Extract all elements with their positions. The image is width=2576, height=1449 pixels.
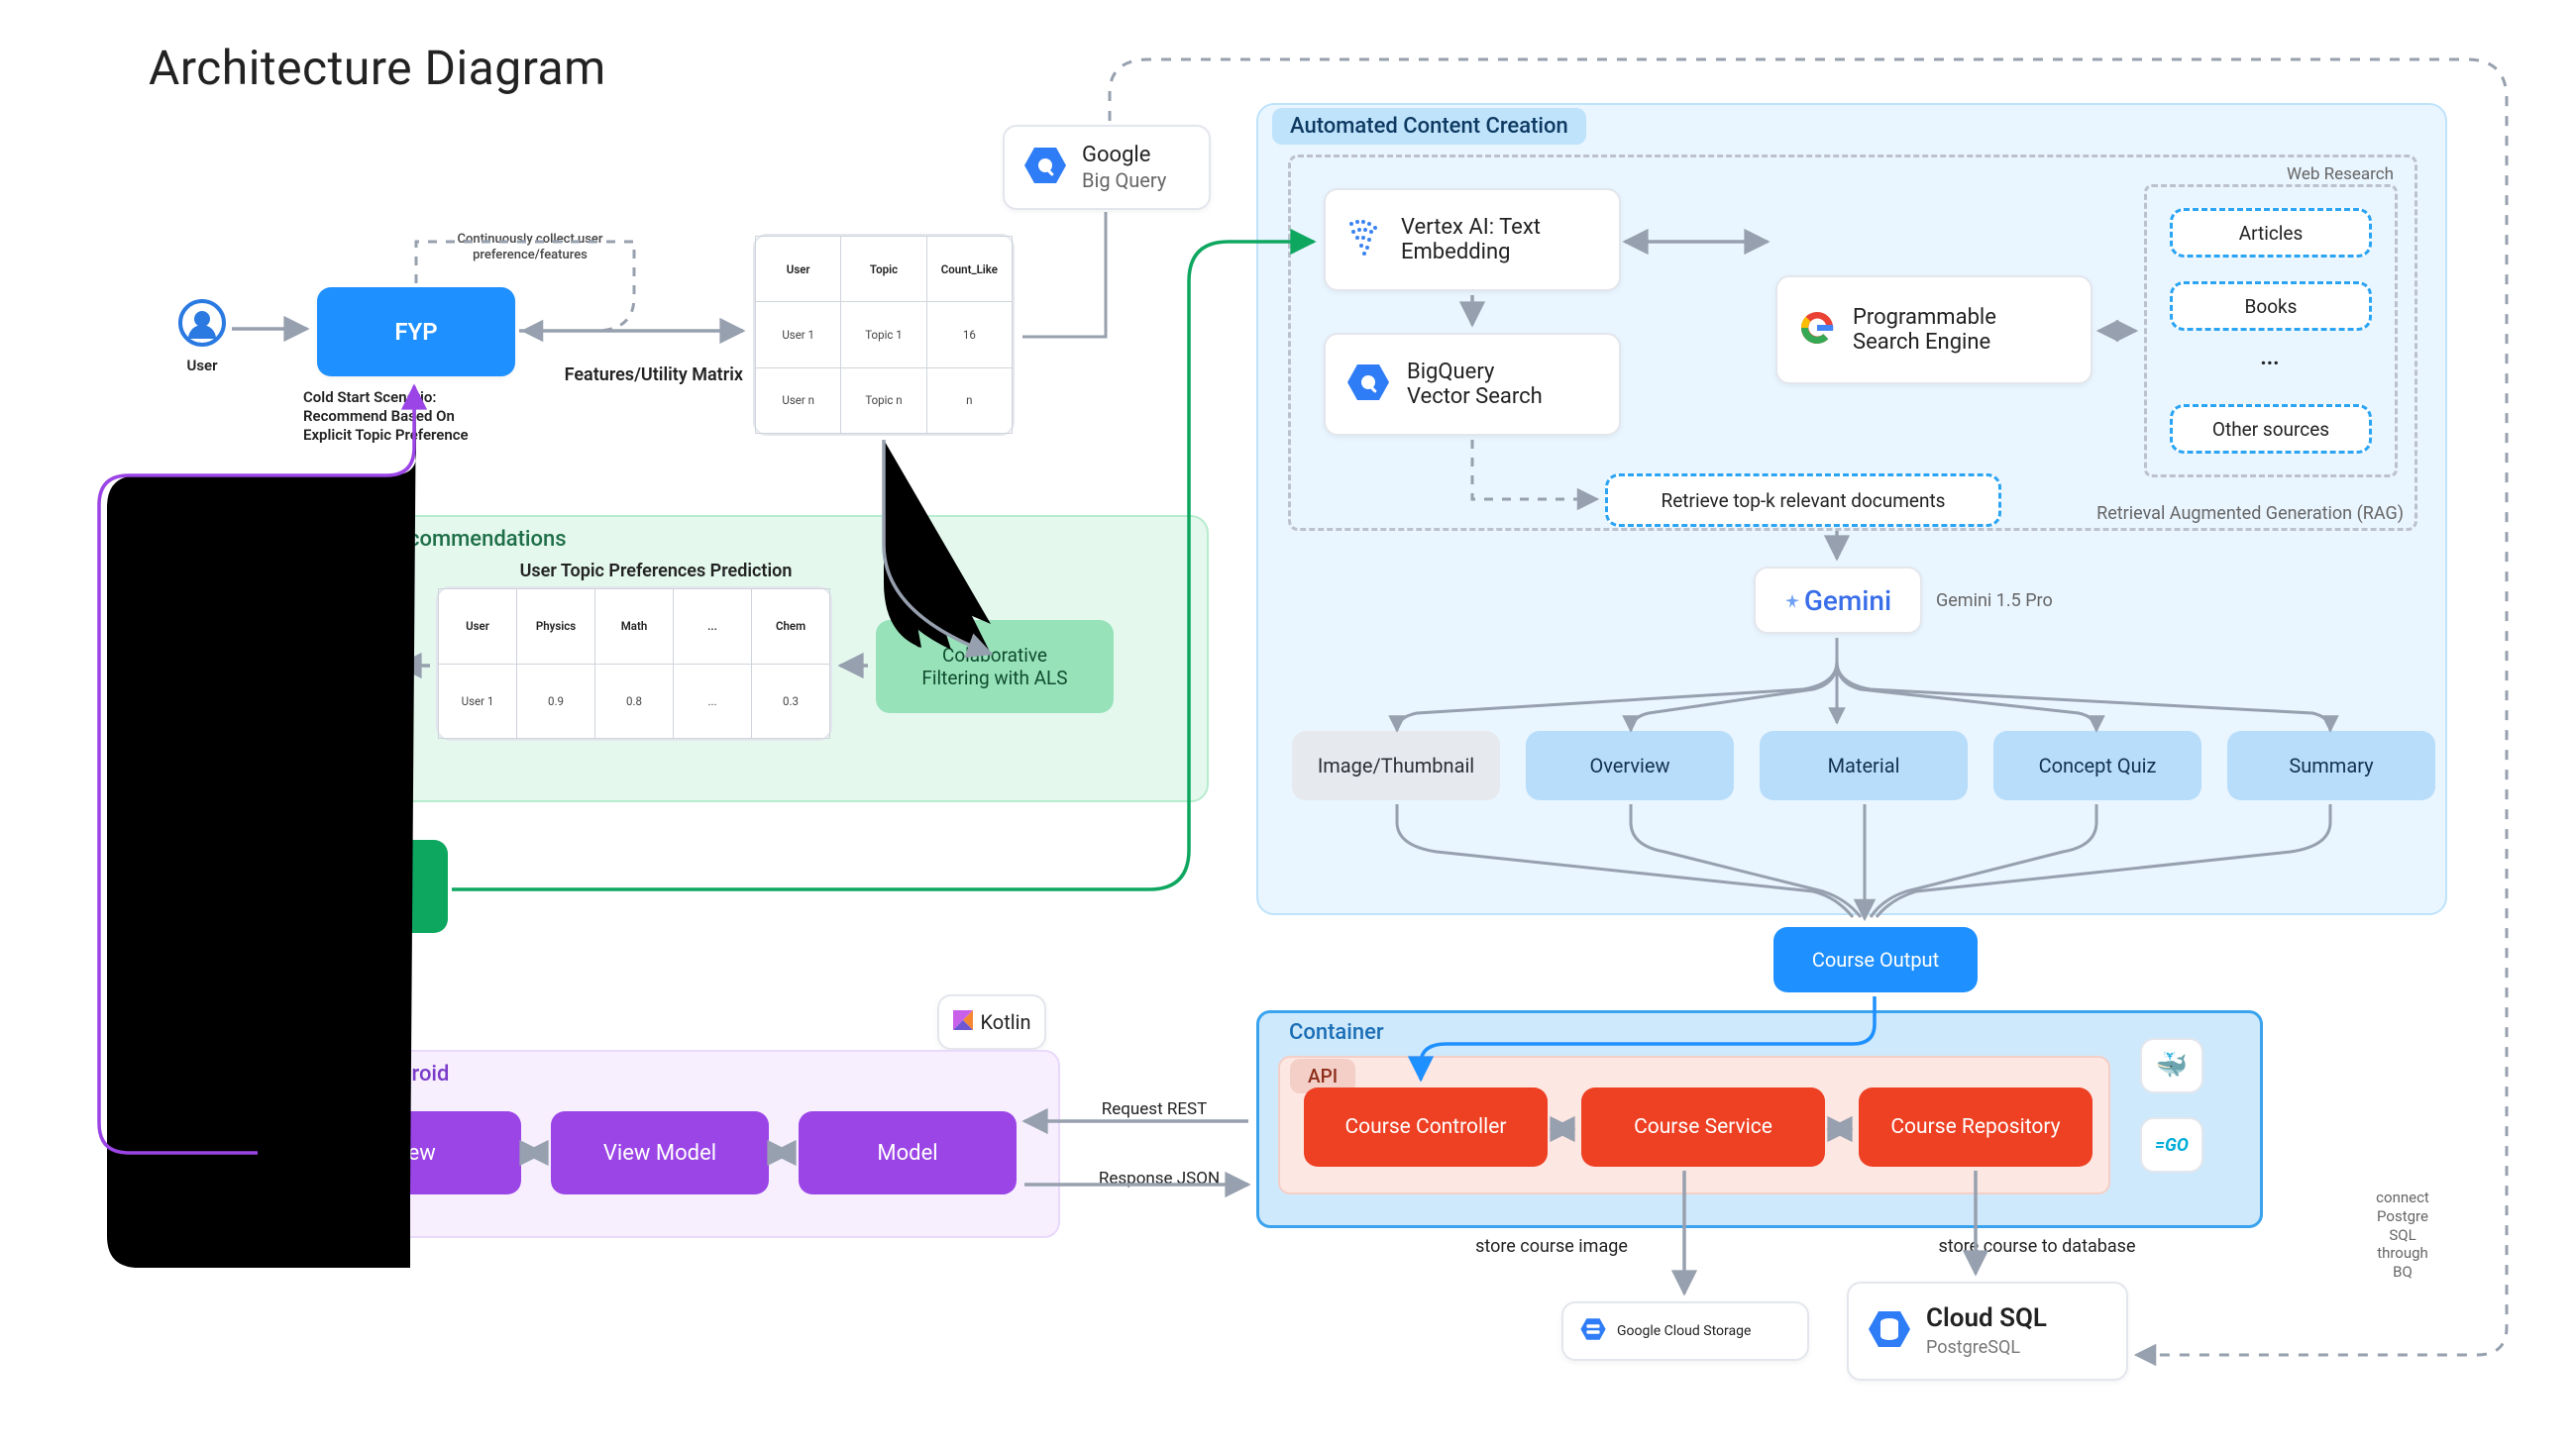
- gemini-out-thumbnail: Image/Thumbnail: [1292, 731, 1500, 800]
- web-source-articles: Articles: [2170, 208, 2372, 258]
- cloudsql-icon: [1867, 1309, 1912, 1354]
- gemini-out-material: Material: [1760, 731, 1968, 800]
- kotlin-label: Kotlin: [981, 1010, 1031, 1034]
- rec-output-node: Recommender Output/Query: [234, 840, 448, 933]
- frontend-view: View: [303, 1111, 521, 1194]
- cloudsql-sub: PostgreSQL: [1926, 1337, 2020, 1358]
- pred-caption: User Topic Preferences Prediction: [478, 561, 834, 583]
- gemini-out-quiz: Concept Quiz: [1993, 731, 2201, 800]
- pse-label: Programmable Search Engine: [1853, 305, 1996, 355]
- api-service: Course Service: [1581, 1087, 1825, 1167]
- bq-vector-icon: [1345, 362, 1391, 407]
- pse-node: Programmable Search Engine: [1775, 275, 2093, 384]
- api-repository: Course Repository: [1859, 1087, 2093, 1167]
- gemini-model-label: Gemini 1.5 Pro: [1936, 590, 2075, 613]
- bq-sub: Big Query: [1082, 168, 1166, 192]
- vertex-icon: [1345, 218, 1385, 262]
- rest-res-label: Response JSON: [1080, 1169, 1238, 1190]
- kotlin-badge: Kotlin: [937, 994, 1046, 1050]
- docker-icon: 🐳: [2156, 1051, 2188, 1081]
- gemini-spark-icon: [1784, 584, 1800, 617]
- frontend-label: Frontend/Android: [277, 1062, 449, 1087]
- gemini-out-overview: Overview: [1526, 731, 1734, 800]
- gcs-label: Google Cloud Storage: [1617, 1323, 1751, 1339]
- connect-note: connect Postgre SQL through BQ: [2358, 1189, 2447, 1282]
- user-label: User: [180, 357, 224, 375]
- bigquery-node: Google Big Query: [1003, 125, 1211, 210]
- docker-icon-box: 🐳: [2140, 1038, 2203, 1093]
- frontend-model: Model: [799, 1111, 1017, 1194]
- rest-req-label: Request REST: [1080, 1099, 1229, 1120]
- cold-start-caption: Cold Start Scenario: Recommend Based On …: [303, 388, 521, 444]
- bigquery-icon: [1022, 146, 1068, 190]
- group-reco-label: Personalized Content Recommendations: [168, 527, 567, 552]
- container-label: Container: [1271, 1014, 1402, 1051]
- go-icon: =GO: [2155, 1135, 2189, 1156]
- bq-name: Google: [1082, 143, 1150, 167]
- cloudsql-node: Cloud SQL PostgreSQL: [1847, 1282, 2128, 1381]
- bq-vector-node: BigQuery Vector Search: [1324, 333, 1621, 436]
- api-controller: Course Controller: [1304, 1087, 1548, 1167]
- page-title: Architecture Diagram: [149, 40, 606, 96]
- web-source-ellipsis: ...: [2245, 345, 2295, 372]
- store-db-caption: store course to database: [1878, 1236, 2196, 1259]
- pred-table: UserPhysicsMath...ChemUser 10.90.8...0.3: [436, 586, 832, 741]
- gcs-icon: [1579, 1317, 1607, 1345]
- llm-recommender-node: LLM as Recommender: [202, 620, 390, 713]
- gemini-node: Gemini: [1754, 567, 1922, 634]
- web-source-books: Books: [2170, 281, 2372, 331]
- bq-vector-label: BigQuery Vector Search: [1407, 360, 1543, 409]
- gemini-out-summary: Summary: [2227, 731, 2435, 800]
- go-icon-box: =GO: [2140, 1117, 2203, 1173]
- utility-caption: Features/Utility Matrix: [555, 364, 743, 387]
- utility-matrix-table: UserTopicCount_LikeUser 1Topic 116User n…: [753, 234, 1015, 436]
- cf-als-node: Colaborative Filtering with ALS: [876, 620, 1114, 713]
- group-automated-label: Automated Content Creation: [1272, 108, 1586, 145]
- vertex-node: Vertex AI: Text Embedding: [1324, 188, 1621, 291]
- fyp-caption: Continuously collect user preference/fea…: [426, 232, 634, 264]
- cloudsql-name: Cloud SQL: [1926, 1303, 2047, 1333]
- course-output-node: Course Output: [1773, 927, 1978, 992]
- fyp-node: FYP: [317, 287, 515, 376]
- web-research-label: Web Research: [2265, 164, 2394, 185]
- kotlin-icon: [953, 1010, 973, 1035]
- frontend-viewmodel: View Model: [551, 1111, 769, 1194]
- topk-node: Retrieve top-k relevant documents: [1605, 473, 2001, 527]
- gcs-node: Google Cloud Storage: [1561, 1301, 1809, 1361]
- gemini-label: Gemini: [1804, 584, 1891, 617]
- google-icon: [1797, 308, 1837, 353]
- web-source-other: Other sources: [2170, 404, 2372, 454]
- rag-caption: Retrieval Augmented Generation (RAG): [2047, 503, 2404, 526]
- vertex-label: Vertex AI: Text Embedding: [1401, 215, 1541, 264]
- user-icon: [178, 299, 226, 347]
- store-img-caption: store course image: [1403, 1236, 1700, 1259]
